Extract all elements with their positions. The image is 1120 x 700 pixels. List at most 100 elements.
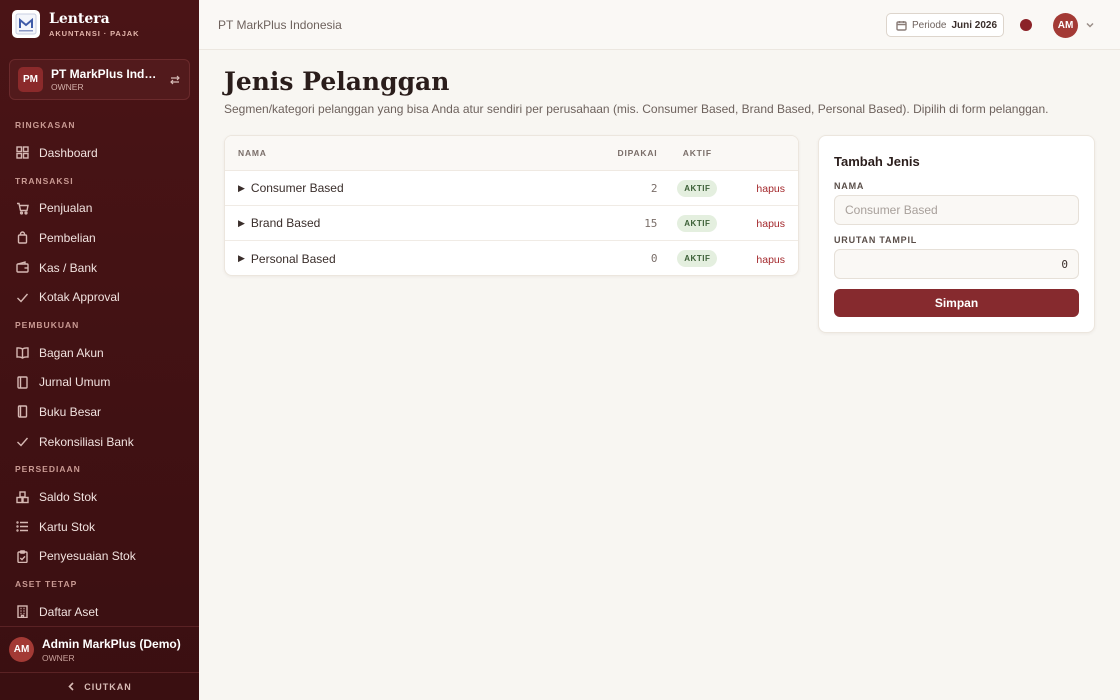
sidebar-item-label: Jurnal Umum: [39, 375, 111, 390]
cart-icon: [17, 202, 29, 215]
status-badge[interactable]: AKTIF: [677, 179, 718, 197]
row-status-cell: AKTIF: [665, 250, 729, 267]
status-dot[interactable]: [1020, 19, 1032, 31]
sidebar-item-kartu-stok[interactable]: Kartu Stok: [0, 512, 199, 542]
nav-section-pembukuan: PEMBUKUAN: [15, 319, 80, 330]
row-name-cell[interactable]: ▶ Brand Based: [225, 216, 584, 230]
sidebar-item-label: Rekonsiliasi Bank: [39, 434, 134, 449]
calendar-icon: [896, 20, 907, 31]
expand-triangle-icon[interactable]: ▶: [238, 218, 245, 229]
bag-icon: [17, 231, 28, 245]
user-profile[interactable]: AM Admin MarkPlus (Demo) OWNER: [0, 626, 199, 672]
header-active: AKTIF: [682, 148, 712, 158]
list-icon: [16, 521, 28, 532]
brand-tagline: AKUNTANSI · PAJAK: [49, 28, 140, 38]
brand-name: Lentera: [49, 10, 110, 27]
company-switcher[interactable]: PM PT MarkPlus Indonesia OWNER: [9, 59, 190, 100]
chevron-down-icon[interactable]: [1085, 20, 1095, 30]
breadcrumb[interactable]: PT MarkPlus Indonesia: [218, 18, 342, 32]
expand-triangle-icon[interactable]: ▶: [238, 183, 245, 194]
sidebar-item-penjualan[interactable]: Penjualan: [0, 194, 199, 224]
chevron-left-icon: [68, 682, 74, 691]
order-input[interactable]: [834, 249, 1079, 279]
delete-link[interactable]: hapus: [756, 183, 785, 195]
row-name: Personal Based: [250, 251, 336, 266]
sidebar-item-label: Buku Besar: [39, 404, 102, 419]
sidebar-item-saldo-stok[interactable]: Saldo Stok: [0, 482, 199, 512]
status-badge[interactable]: AKTIF: [677, 214, 718, 232]
row-name-cell[interactable]: ▶ Personal Based: [225, 252, 584, 266]
status-badge[interactable]: AKTIF: [677, 250, 718, 267]
period-label: Periode: [912, 19, 947, 31]
nav-section-persediaan: PERSEDIAAN: [15, 464, 81, 475]
table-row[interactable]: ▶ Brand Based 15 AKTIF hapus: [225, 206, 798, 241]
grid-icon: [16, 146, 29, 159]
row-name: Consumer Based: [250, 181, 344, 195]
sidebar-item-label: Kotak Approval: [39, 290, 120, 305]
switch-arrows-icon: [170, 75, 180, 84]
row-used-count: 2: [650, 181, 658, 195]
name-field-label: NAMA: [834, 181, 865, 191]
sidebar-item-label: Kartu Stok: [39, 519, 96, 534]
company-avatar: PM: [18, 67, 43, 92]
sidebar-item-label: Daftar Aset: [39, 604, 99, 619]
order-field-label: URUTAN TAMPIL: [834, 235, 918, 245]
row-action-cell: hapus: [729, 252, 798, 266]
sidebar-item-label: Pembelian: [39, 230, 96, 245]
page-description: Segmen/kategori pelanggan yang bisa Anda…: [224, 102, 1049, 116]
delete-link[interactable]: hapus: [756, 254, 785, 266]
row-status-cell: AKTIF: [665, 179, 729, 197]
header-name: NAMA: [238, 148, 267, 158]
period-value: Juni 2026: [951, 19, 998, 31]
user-avatar: AM: [9, 637, 34, 662]
table-row[interactable]: ▶ Personal Based 0 AKTIF hapus: [225, 241, 798, 275]
ledger-icon: [17, 405, 28, 419]
user-role: OWNER: [42, 652, 75, 663]
sidebar-item-label: Saldo Stok: [39, 490, 98, 505]
sidebar-item-buku-besar[interactable]: Buku Besar: [0, 397, 199, 427]
customer-types-table: NAMA DIPAKAI AKTIF ▶ Consumer Based 2 AKTIF…: [224, 135, 799, 276]
nav-section-aset-tetap: ASET TETAP: [15, 579, 78, 590]
sidebar-item-dashboard[interactable]: Dashboard: [0, 138, 199, 168]
sidebar-item-daftar-aset[interactable]: Daftar Aset: [0, 597, 199, 627]
sidebar-item-label: Penyesuaian Stok: [39, 549, 136, 564]
brand-logo-icon: [12, 10, 40, 38]
delete-link[interactable]: hapus: [756, 218, 785, 230]
add-type-form: Tambah Jenis NAMA URUTAN TAMPIL Simpan: [818, 135, 1095, 333]
sidebar-item-jurnal-umum[interactable]: Jurnal Umum: [0, 368, 199, 398]
sidebar-item-kas-bank[interactable]: Kas / Bank: [0, 253, 199, 283]
save-button[interactable]: Simpan: [834, 289, 1079, 317]
row-status-cell: AKTIF: [665, 214, 729, 232]
row-used-count: 15: [644, 216, 658, 230]
expand-triangle-icon[interactable]: ▶: [238, 253, 245, 264]
clipboard-icon: [17, 550, 28, 563]
wallet-icon: [16, 261, 29, 273]
journal-icon: [17, 376, 28, 389]
check-icon: [17, 437, 29, 447]
collapse-sidebar-button[interactable]: CIUTKAN: [0, 672, 199, 700]
sidebar-item-rekonsiliasi-bank[interactable]: Rekonsiliasi Bank: [0, 427, 199, 457]
row-name-cell[interactable]: ▶ Consumer Based: [225, 181, 584, 195]
name-input[interactable]: [834, 195, 1079, 225]
nav-section-ringkasan: RINGKASAN: [15, 120, 76, 130]
top-user-avatar[interactable]: AM: [1053, 13, 1078, 38]
period-selector[interactable]: Periode Juni 2026: [886, 13, 1004, 37]
sidebar-item-label: Dashboard: [39, 145, 98, 160]
sidebar-item-label: Kas / Bank: [39, 260, 98, 275]
table-header: NAMA DIPAKAI AKTIF: [225, 136, 798, 171]
company-name: PT MarkPlus Indonesia: [51, 67, 163, 81]
topbar: PT MarkPlus Indonesia Periode Juni 2026 …: [199, 0, 1120, 50]
sidebar-item-bagan-akun[interactable]: Bagan Akun: [0, 338, 199, 368]
company-role: OWNER: [51, 82, 84, 92]
sidebar-item-penyesuaian-stok[interactable]: Penyesuaian Stok: [0, 542, 199, 572]
book-icon: [16, 347, 29, 360]
sidebar-item-label: Penjualan: [39, 201, 93, 216]
sidebar-item-kotak-approval[interactable]: Kotak Approval: [0, 282, 199, 312]
user-name: Admin MarkPlus (Demo): [42, 636, 181, 651]
table-row[interactable]: ▶ Consumer Based 2 AKTIF hapus: [225, 171, 798, 206]
check-icon: [17, 293, 29, 303]
brand[interactable]: Lentera AKUNTANSI · PAJAK: [12, 10, 139, 38]
row-name: Brand Based: [250, 216, 321, 230]
page-title: Jenis Pelanggan: [224, 67, 450, 96]
sidebar-item-pembelian[interactable]: Pembelian: [0, 223, 199, 253]
